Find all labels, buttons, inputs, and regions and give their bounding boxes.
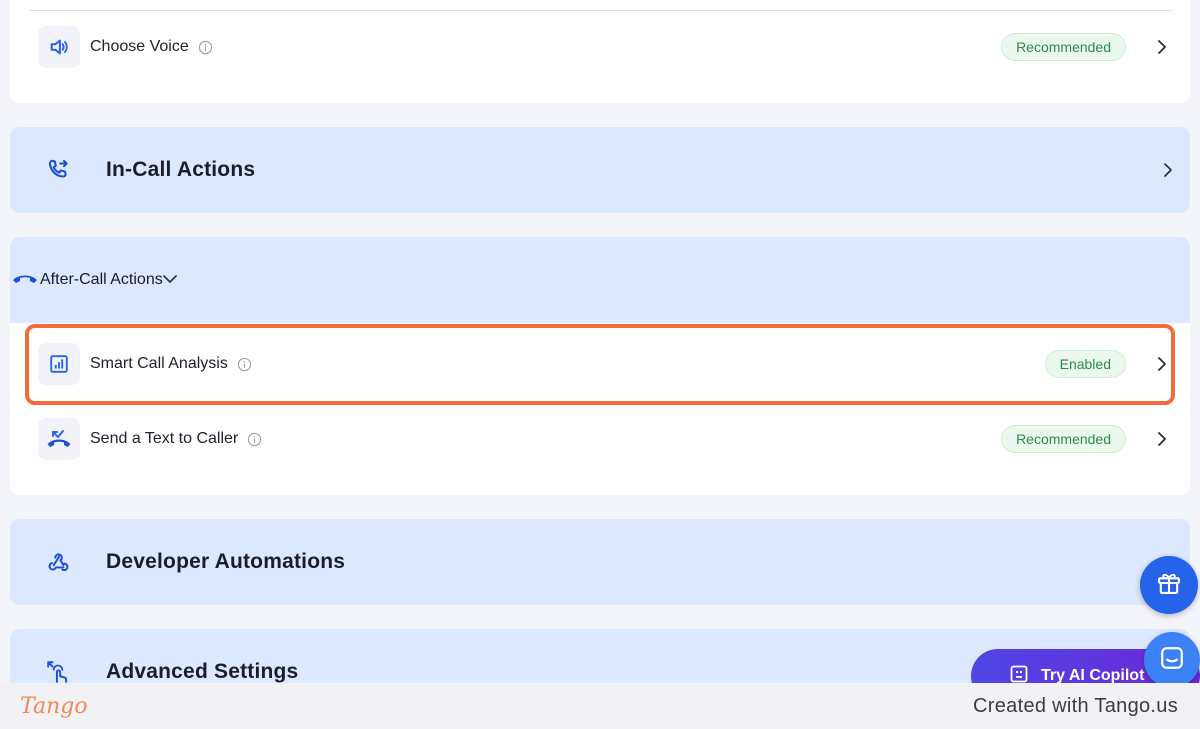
- smart-call-analysis-row[interactable]: Smart Call Analysis Enabled: [38, 342, 1172, 386]
- phone-forward-icon: [38, 150, 78, 190]
- divider: [30, 10, 1172, 11]
- status-badge: Enabled: [1044, 350, 1126, 378]
- choose-voice-row[interactable]: Choose Voice Recommended: [38, 25, 1172, 69]
- tango-logo: Tango: [20, 693, 88, 719]
- chat-launcher-button[interactable]: [1144, 632, 1200, 688]
- webhook-icon: [38, 542, 78, 582]
- send-text-label: Send a Text to Caller: [90, 430, 239, 447]
- chevron-right-icon[interactable]: [1158, 160, 1178, 180]
- chevron-right-icon[interactable]: [1152, 354, 1172, 374]
- page: Choose Voice Recommended In-Call Actions…: [0, 0, 1200, 729]
- smart-call-analysis-label: Smart Call Analysis: [90, 355, 228, 372]
- speaker-icon: [38, 26, 80, 68]
- chevron-right-icon[interactable]: [1152, 429, 1172, 449]
- footer-credit: Created with Tango.us: [973, 694, 1178, 717]
- section-title: In-Call Actions: [106, 158, 256, 181]
- section-developer-automations[interactable]: Developer Automations: [10, 519, 1190, 605]
- info-icon[interactable]: [237, 357, 252, 372]
- section-title: Developer Automations: [106, 550, 346, 573]
- gift-icon: [1155, 569, 1183, 602]
- missed-call-icon: [38, 418, 80, 460]
- gift-button[interactable]: [1140, 556, 1198, 614]
- section-in-call-actions[interactable]: In-Call Actions: [10, 127, 1190, 213]
- info-icon[interactable]: [247, 432, 262, 447]
- status-badge: Recommended: [1001, 33, 1126, 61]
- chevron-right-icon[interactable]: [1152, 37, 1172, 57]
- status-badge: Recommended: [1001, 425, 1126, 453]
- choose-voice-label: Choose Voice: [90, 38, 189, 55]
- chevron-down-icon[interactable]: [162, 271, 177, 289]
- send-text-to-caller-row[interactable]: Send a Text to Caller Recommended: [38, 417, 1172, 461]
- section-after-call-actions[interactable]: After-Call Actions: [10, 237, 1190, 323]
- hang-up-icon: [10, 271, 40, 290]
- section-title: After-Call Actions: [40, 271, 163, 288]
- tango-footer: Tango Created with Tango.us: [0, 683, 1200, 729]
- info-icon[interactable]: [198, 40, 213, 55]
- analytics-icon: [38, 343, 80, 385]
- chat-icon: [1159, 645, 1185, 676]
- section-title: Advanced Settings: [106, 660, 299, 683]
